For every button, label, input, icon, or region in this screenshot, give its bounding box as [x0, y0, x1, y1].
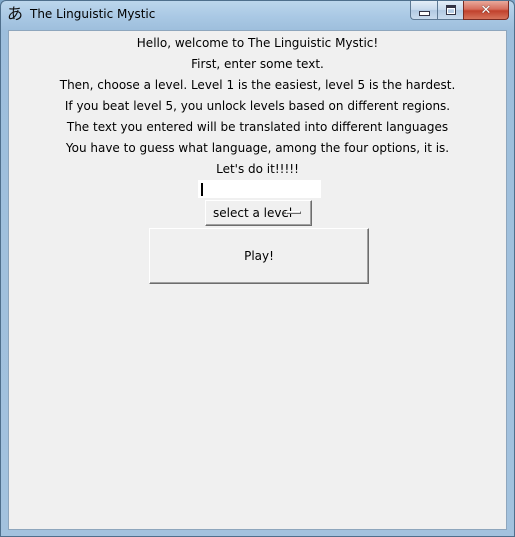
- close-icon: ✕: [480, 2, 492, 18]
- welcome-text: Hello, welcome to The Linguistic Mystic!: [136, 36, 379, 50]
- lets-do-it-text: Let's do it!!!!!: [216, 162, 299, 176]
- caption-buttons: ✕: [410, 1, 509, 21]
- minimize-button[interactable]: [410, 1, 437, 20]
- instruction-translation: The text you entered will be translated …: [66, 120, 449, 134]
- minimize-icon: [418, 11, 430, 16]
- title-bar[interactable]: あ The Linguistic Mystic ✕: [1, 1, 514, 30]
- client-area: Hello, welcome to The Linguistic Mystic!…: [8, 30, 507, 530]
- instruction-unlock: If you beat level 5, you unlock levels b…: [64, 99, 451, 113]
- text-cursor: [201, 183, 203, 196]
- window-title: The Linguistic Mystic: [30, 7, 156, 21]
- maximize-button[interactable]: [437, 1, 463, 20]
- play-button-label: Play!: [244, 249, 274, 263]
- instruction-enter-text: First, enter some text.: [191, 57, 324, 71]
- level-select-menu[interactable]: select a level: [205, 200, 312, 226]
- app-icon: あ: [6, 4, 23, 23]
- instruction-choose-level: Then, choose a level. Level 1 is the eas…: [59, 78, 456, 92]
- close-button[interactable]: ✕: [463, 1, 509, 20]
- instruction-guess: You have to guess what language, among t…: [65, 141, 450, 155]
- level-select-label: select a level: [213, 206, 293, 220]
- app-window: あ The Linguistic Mystic ✕ Hello, welcome…: [0, 0, 515, 537]
- maximize-icon: [445, 5, 456, 15]
- text-entry-field[interactable]: [198, 180, 321, 198]
- menu-indicator-icon: [286, 211, 301, 214]
- play-button[interactable]: Play!: [149, 228, 369, 284]
